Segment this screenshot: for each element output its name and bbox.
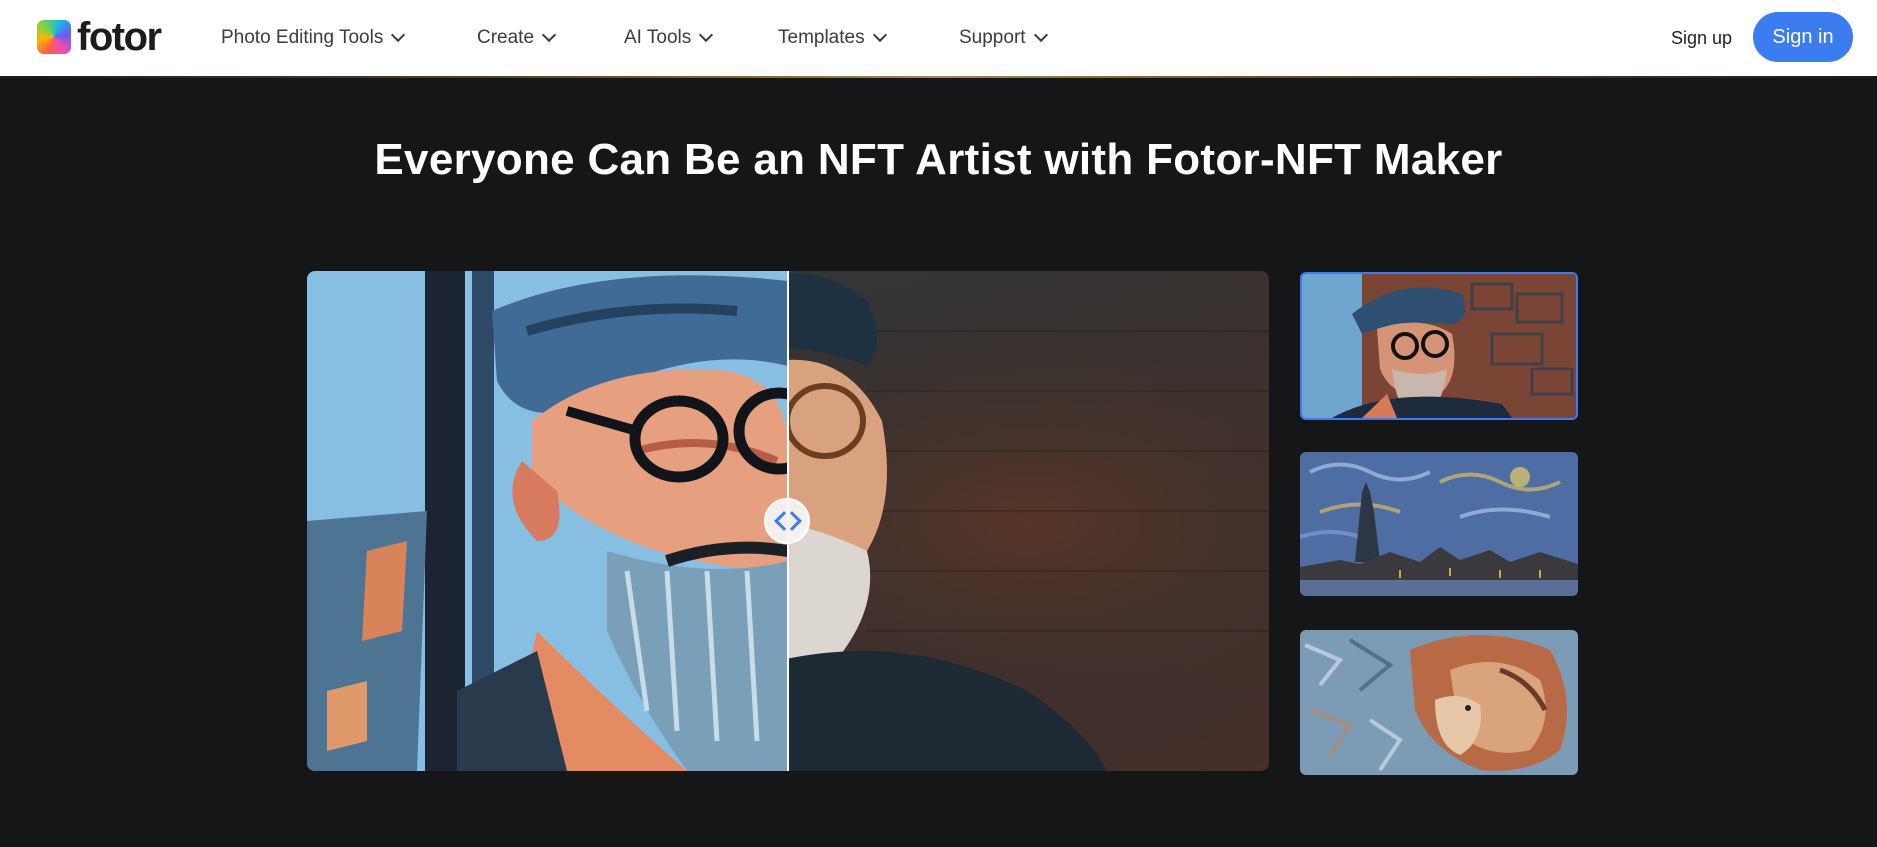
chevron-down-icon — [872, 27, 887, 43]
logo-text: fotor — [77, 15, 162, 59]
thumbnail-old-man-nft[interactable] — [1300, 272, 1578, 420]
header-divider — [0, 76, 1877, 78]
nav-create[interactable]: Create — [477, 23, 557, 53]
nav-photo-editing-tools[interactable]: Photo Editing Tools — [221, 23, 406, 53]
comparison-slider-handle[interactable] — [764, 498, 810, 544]
nav-label: Templates — [778, 27, 865, 48]
chevron-down-icon — [1033, 27, 1048, 43]
thumbnail-image — [1302, 274, 1576, 418]
sign-up-link[interactable]: Sign up — [1671, 23, 1732, 53]
nav-label: Create — [477, 27, 535, 48]
thumbnail-statue-of-liberty[interactable] — [1300, 452, 1578, 596]
site-header: fotor Photo Editing Tools Create AI Tool… — [0, 0, 1877, 77]
chevron-down-icon — [391, 27, 406, 43]
chevron-down-icon — [699, 27, 714, 43]
nav-ai-tools[interactable]: AI Tools — [624, 23, 714, 53]
chevron-down-icon — [541, 27, 557, 43]
thumbnail-image — [1300, 630, 1578, 775]
nav-support[interactable]: Support — [959, 23, 1048, 53]
hero-title: Everyone Can Be an NFT Artist with Fotor… — [374, 135, 1503, 184]
nav-label: AI Tools — [624, 27, 692, 48]
nav-label: Support — [959, 27, 1026, 48]
thumbnail-image — [1300, 452, 1578, 596]
sign-in-button[interactable]: Sign in — [1753, 12, 1853, 62]
nav-label: Photo Editing Tools — [221, 27, 384, 48]
nft-art-version — [307, 271, 788, 771]
before-after-comparison[interactable] — [307, 271, 1269, 771]
thumbnail-lion[interactable] — [1300, 630, 1578, 775]
fotor-logo-icon — [37, 20, 71, 54]
nav-templates[interactable]: Templates — [778, 23, 887, 53]
fotor-logo[interactable]: fotor — [37, 15, 162, 59]
